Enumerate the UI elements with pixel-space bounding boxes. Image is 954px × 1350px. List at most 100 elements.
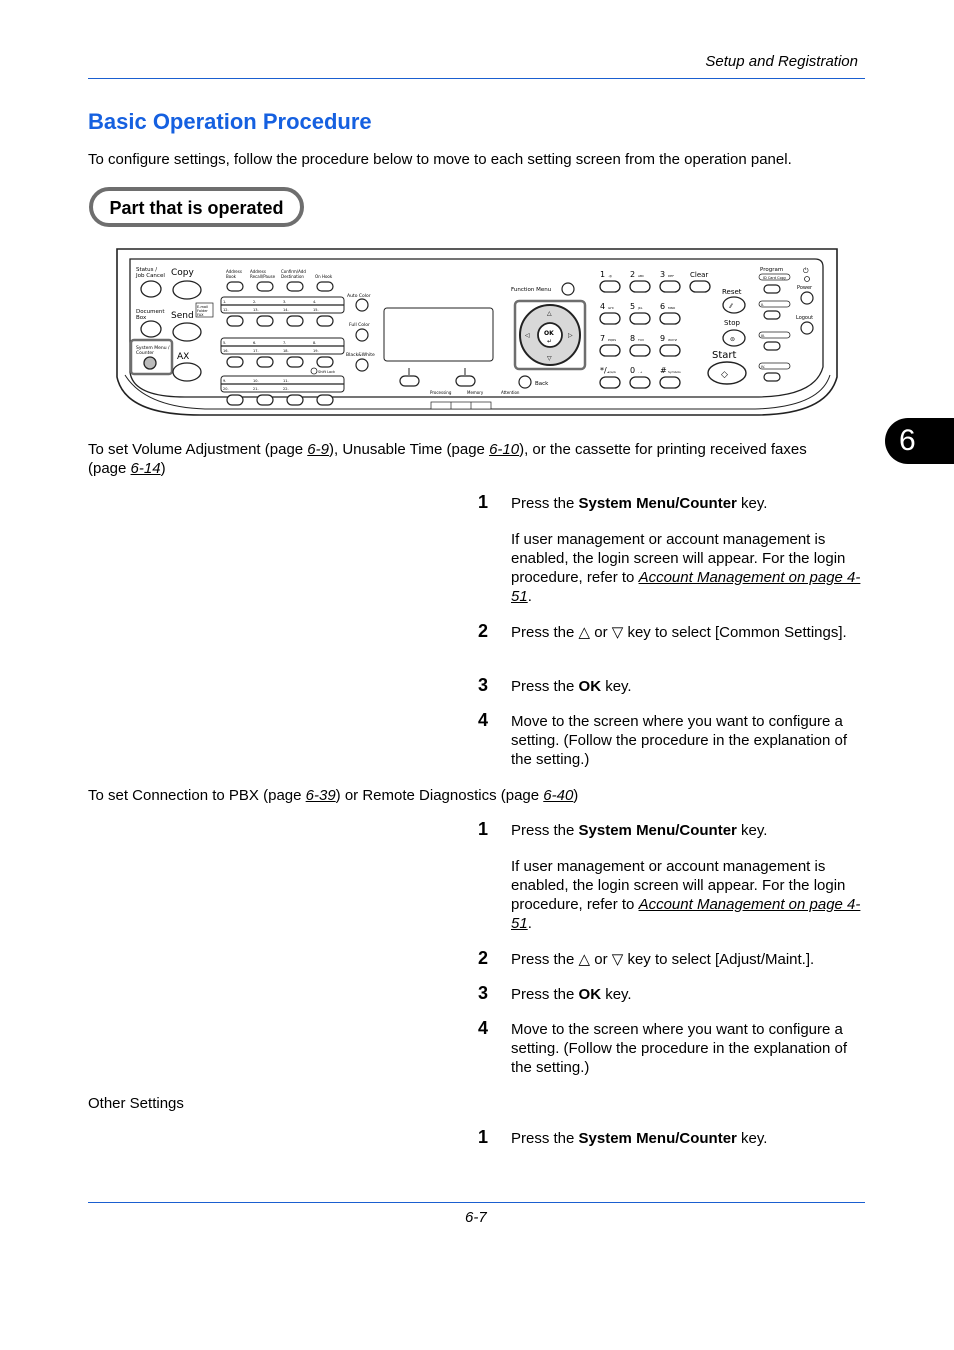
link-connection-pbx[interactable]: 6-39 xyxy=(306,787,336,804)
stop-label: Stop xyxy=(724,319,740,327)
one-touch-number: 19. xyxy=(313,349,319,353)
one-touch-key[interactable] xyxy=(226,315,244,327)
left-arrow-icon[interactable]: ◁ xyxy=(525,332,530,339)
one-touch-key[interactable] xyxy=(286,315,304,327)
numpad-key-label: 2 xyxy=(630,270,635,279)
program-slot-key[interactable] xyxy=(763,310,781,320)
section1-text: ) xyxy=(160,460,166,477)
numpad-key-label: 6 xyxy=(660,302,665,311)
system-menu-counter-key[interactable] xyxy=(143,356,157,370)
numpad-key-sublabel: JKL xyxy=(637,306,643,310)
link-volume-adjustment[interactable]: 6-9 xyxy=(307,441,329,458)
header-rule xyxy=(88,78,865,79)
program-slot-number: III. xyxy=(761,334,765,338)
program-key[interactable] xyxy=(763,284,781,294)
one-touch-number: 5. xyxy=(223,341,226,345)
section2-text: ) or Remote Diagnostics (page xyxy=(335,787,544,804)
document-box-key[interactable] xyxy=(140,320,162,338)
processing-indicator: Processing xyxy=(430,390,452,395)
numpad-key-sublabel: DEF xyxy=(668,274,674,278)
on-hook-label: On Hook xyxy=(315,274,333,279)
numpad-key[interactable] xyxy=(629,376,651,389)
logout-key[interactable] xyxy=(800,321,814,335)
one-touch-key[interactable] xyxy=(316,394,334,406)
link-remote-diagnostics[interactable]: 6-40 xyxy=(543,787,573,804)
numpad-key-sublabel: 1/a/A xyxy=(608,370,617,374)
chapter-tab[interactable]: 6 xyxy=(885,418,954,464)
program-slot-key[interactable] xyxy=(763,341,781,351)
numpad-key[interactable] xyxy=(629,280,651,293)
numpad-key[interactable] xyxy=(599,312,621,325)
one-touch-number: 6. xyxy=(253,341,256,345)
numpad-key[interactable] xyxy=(629,344,651,357)
step-text: Press the OK key. xyxy=(511,678,632,695)
one-touch-key[interactable] xyxy=(226,394,244,406)
operation-panel-svg: Status / Job Cancel Copy Document Box Se… xyxy=(116,248,838,416)
link-cassette[interactable]: 6-14 xyxy=(131,460,161,477)
power-symbol-icon: ⏻ xyxy=(803,267,809,275)
full-color-key[interactable] xyxy=(355,328,369,342)
function-menu-key[interactable] xyxy=(561,282,575,296)
step-text: Press the △ or ▽ key to select [Common S… xyxy=(511,624,847,641)
one-touch-key[interactable] xyxy=(316,356,334,368)
right-arrow-icon[interactable]: ▷ xyxy=(568,332,573,339)
section1-text: ), Unusable Time (page xyxy=(328,441,490,458)
link-unusable-time[interactable]: 6-10 xyxy=(489,441,519,458)
back-label: Back xyxy=(535,381,549,387)
numpad-key[interactable] xyxy=(659,376,681,389)
numpad-key-label: Clear xyxy=(690,271,708,279)
reset-key[interactable] xyxy=(722,296,746,314)
step-note: If user management or account management… xyxy=(511,531,861,605)
numpad-key[interactable] xyxy=(689,280,711,293)
one-touch-keys: 1. 2. 3. 4. 12. 13. 14. 15. 5. 6. 7. 8. 16. 17. 18. 19.… xyxy=(220,296,345,406)
numpad-key-label: # xyxy=(660,366,667,375)
one-touch-key[interactable] xyxy=(256,394,274,406)
step-number: 4 xyxy=(478,1018,489,1038)
section2-intro: To set Connection to PBX (page 6-39) or … xyxy=(88,786,868,805)
program-slot-key[interactable] xyxy=(763,372,781,382)
numpad-key-sublabel: GHI xyxy=(608,306,614,310)
numpad-key[interactable] xyxy=(629,312,651,325)
fax-key[interactable] xyxy=(172,362,202,382)
down-arrow-icon[interactable]: ▽ xyxy=(547,355,552,362)
on-hook-key[interactable] xyxy=(316,281,334,292)
one-touch-key[interactable] xyxy=(256,315,274,327)
step-text: Press the OK key. xyxy=(511,986,632,1003)
footer-rule xyxy=(88,1202,865,1203)
step-number: 1 xyxy=(478,492,489,512)
one-touch-key[interactable] xyxy=(316,315,334,327)
power-key[interactable] xyxy=(800,291,814,305)
left-select-key[interactable] xyxy=(399,375,420,387)
copy-key[interactable] xyxy=(172,280,202,300)
address-recall-key[interactable] xyxy=(256,281,274,292)
step-number: 4 xyxy=(478,710,489,730)
send-key[interactable] xyxy=(172,322,202,342)
operation-panel-illustration: Status / Job Cancel Copy Document Box Se… xyxy=(115,247,840,419)
numpad-key[interactable] xyxy=(599,280,621,293)
one-touch-key[interactable] xyxy=(256,356,274,368)
right-select-key[interactable] xyxy=(455,375,476,387)
numpad-key-label: 9 xyxy=(660,334,665,343)
step-number: 1 xyxy=(478,819,489,839)
one-touch-number: 3. xyxy=(283,300,286,304)
numpad-key[interactable] xyxy=(659,312,681,325)
black-white-key[interactable] xyxy=(355,358,369,372)
back-key[interactable] xyxy=(518,375,532,389)
one-touch-key[interactable] xyxy=(286,394,304,406)
step-number: 3 xyxy=(478,675,489,695)
one-touch-number: 7. xyxy=(283,341,286,345)
one-touch-number: 17. xyxy=(253,349,259,353)
numpad-key[interactable] xyxy=(659,280,681,293)
confirm-destination-key[interactable] xyxy=(286,281,304,292)
address-book-key[interactable] xyxy=(226,281,244,292)
auto-color-key[interactable] xyxy=(355,298,369,312)
numpad-key[interactable] xyxy=(659,344,681,357)
one-touch-key[interactable] xyxy=(286,356,304,368)
numpad-key[interactable] xyxy=(599,344,621,357)
up-arrow-icon[interactable]: △ xyxy=(547,310,552,317)
status-job-cancel-key[interactable] xyxy=(140,280,162,298)
shift-lock-lamp xyxy=(310,367,318,375)
numpad-key[interactable] xyxy=(599,376,621,389)
one-touch-key[interactable] xyxy=(226,356,244,368)
black-white-label: Black&White xyxy=(346,352,375,358)
